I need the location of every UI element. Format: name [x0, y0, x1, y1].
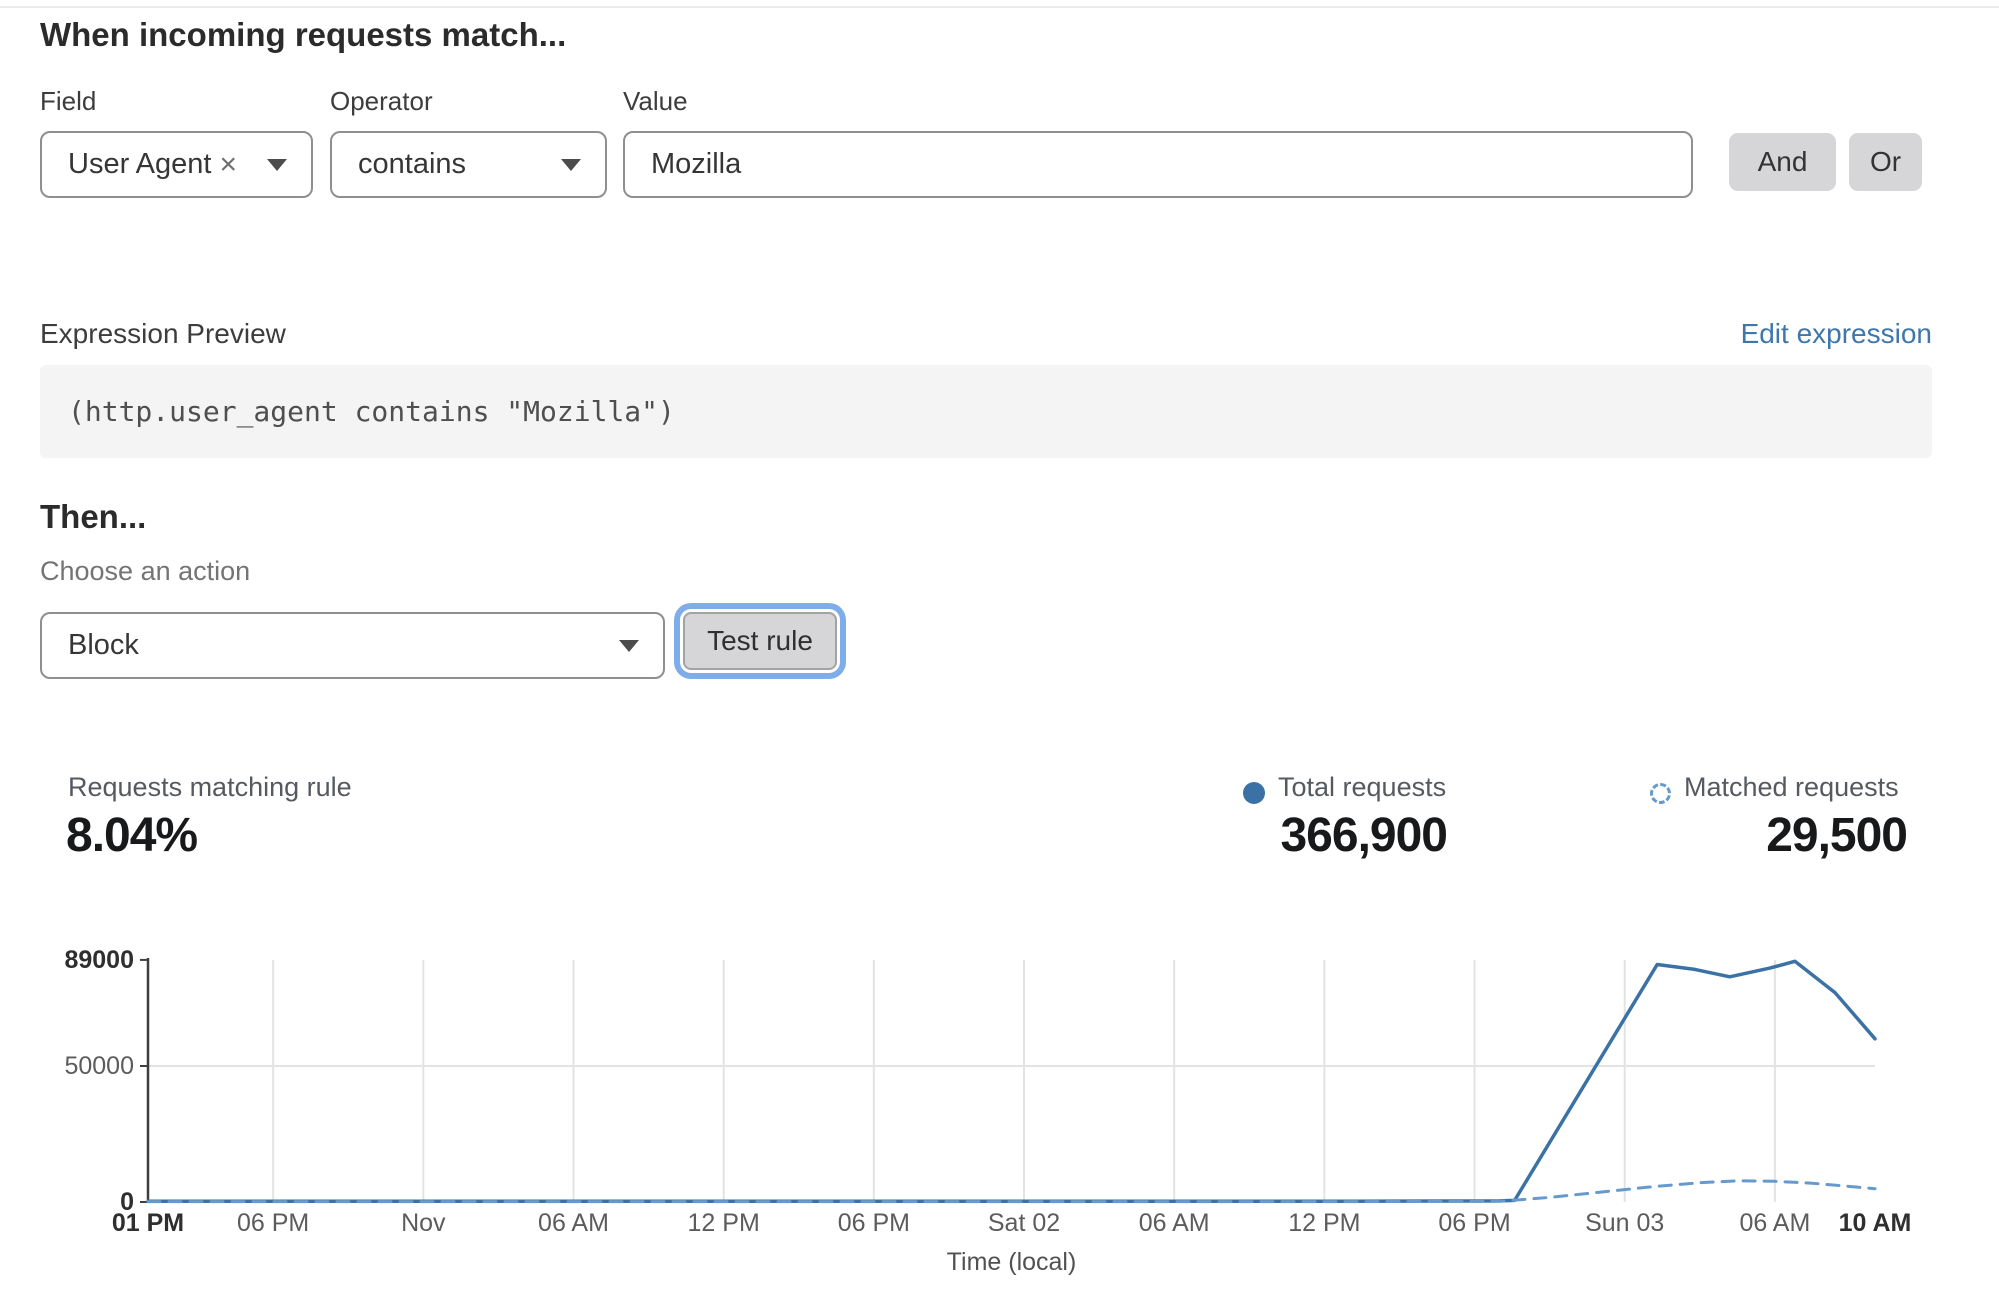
chart-x-tick-label: 06 AM	[1739, 1209, 1810, 1237]
chart-y-tick-label: 89000	[64, 946, 134, 974]
operator-select-value: contains	[332, 148, 561, 181]
chart-x-tick-label: 06 PM	[838, 1209, 910, 1237]
operator-label: Operator	[330, 86, 433, 117]
requests-matching-value: 8.04%	[66, 808, 197, 863]
firewall-rule-builder: When incoming requests match... Field Op…	[0, 0, 1999, 1295]
action-select[interactable]: Block	[40, 612, 665, 679]
expression-preview-box: (http.user_agent contains "Mozilla")	[40, 365, 1932, 458]
chart-x-tick-label: Sun 03	[1585, 1209, 1664, 1237]
requests-matching-label: Requests matching rule	[68, 772, 352, 803]
field-label: Field	[40, 86, 96, 117]
chart-line-total-requests	[148, 961, 1875, 1201]
chart-line-matched-requests	[148, 1181, 1875, 1202]
chart-x-tick-label: 06 PM	[1438, 1209, 1510, 1237]
chart-x-tick-label: 01 PM	[112, 1209, 184, 1237]
test-rule-button[interactable]: Test rule	[683, 612, 837, 670]
chart-x-tick-label: Sat 02	[988, 1209, 1060, 1237]
and-button[interactable]: And	[1729, 133, 1836, 191]
top-divider	[0, 6, 1999, 8]
action-select-value: Block	[42, 629, 619, 662]
expression-preview-label: Expression Preview	[40, 318, 286, 350]
matched-requests-dashed-circle-icon	[1650, 783, 1671, 804]
chart-x-tick-label: 12 PM	[1288, 1209, 1360, 1237]
chart-x-tick-label: Nov	[401, 1209, 446, 1237]
total-requests-label: Total requests	[1278, 772, 1446, 803]
chevron-down-icon	[619, 640, 639, 652]
field-select[interactable]: User Agent ×	[40, 131, 313, 198]
chart-x-axis-title: Time (local)	[947, 1248, 1077, 1276]
page-title: When incoming requests match...	[40, 16, 566, 54]
chevron-down-icon	[561, 159, 581, 171]
value-label: Value	[623, 86, 688, 117]
expression-code: (http.user_agent contains "Mozilla")	[40, 395, 675, 428]
operator-select[interactable]: contains	[330, 131, 607, 198]
chevron-down-icon	[267, 159, 287, 171]
chart-x-tick-label: 06 AM	[538, 1209, 609, 1237]
chart-y-tick-label: 50000	[64, 1052, 134, 1080]
field-select-value: User Agent	[42, 148, 219, 181]
chart-x-tick-label: 12 PM	[688, 1209, 760, 1237]
edit-expression-link[interactable]: Edit expression	[1741, 318, 1932, 350]
choose-action-label: Choose an action	[40, 556, 250, 587]
then-heading: Then...	[40, 498, 146, 536]
requests-time-series-chart: 0500008900001 PM06 PMNov06 AM12 PM06 PMS…	[0, 940, 1999, 1295]
clear-field-icon[interactable]: ×	[219, 150, 237, 180]
matched-requests-value: 29,500	[1600, 808, 1907, 863]
chart-x-tick-label: 06 AM	[1139, 1209, 1210, 1237]
total-requests-value: 366,900	[1040, 808, 1447, 863]
or-button[interactable]: Or	[1849, 133, 1922, 191]
chart-x-tick-label: 10 AM	[1839, 1209, 1912, 1237]
value-input[interactable]	[623, 131, 1693, 198]
total-requests-dot-icon	[1243, 782, 1265, 804]
chart-x-tick-label: 06 PM	[237, 1209, 309, 1237]
matched-requests-label: Matched requests	[1684, 772, 1899, 803]
